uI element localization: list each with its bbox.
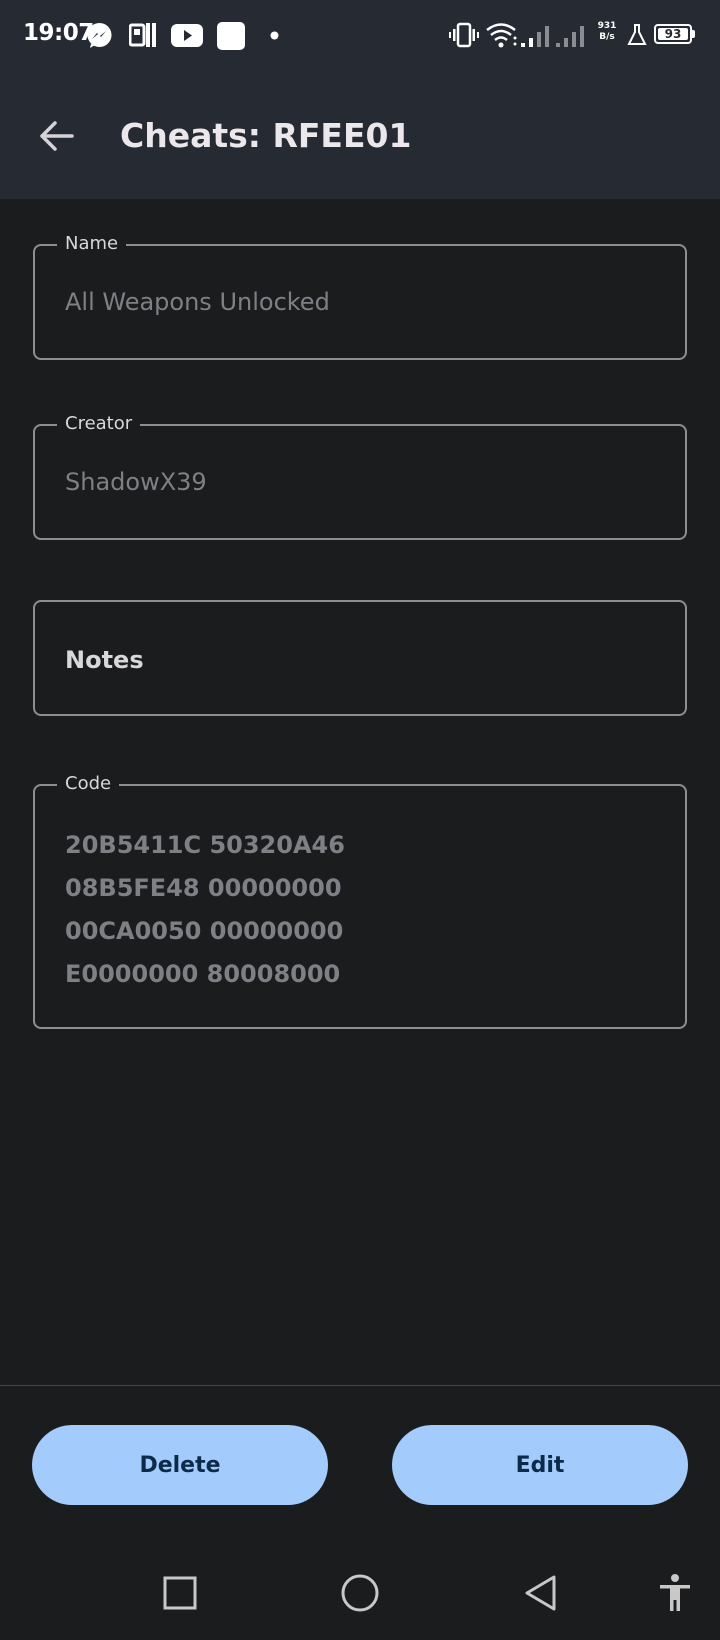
name-field-label: Name [57, 231, 127, 257]
notes-field[interactable]: Notes [33, 600, 687, 716]
home-button[interactable] [330, 1555, 390, 1631]
net-speed-unit: B/s [599, 32, 615, 42]
flask-icon [627, 24, 647, 45]
triangle-back-icon [525, 1575, 556, 1611]
code-line: 20B5411C 50320A46 [65, 831, 345, 859]
code-field[interactable]: Code 20B5411C 50320A46 08B5FE48 00000000… [33, 771, 687, 1029]
back-nav-button[interactable] [510, 1555, 570, 1631]
status-bar: 19:07 931 B/s 93 [0, 0, 720, 72]
net-speed-value: 931 [597, 21, 617, 31]
creator-field-label: Creator [57, 411, 141, 437]
recents-button[interactable] [150, 1555, 210, 1631]
name-field-value: All Weapons Unlocked [65, 288, 330, 316]
messenger-icon [87, 23, 112, 48]
status-time: 19:07 [23, 20, 94, 46]
youtube-icon [171, 24, 203, 47]
battery-level: 93 [658, 28, 688, 40]
square-icon [163, 1576, 197, 1610]
creator-field-value: ShadowX39 [65, 468, 207, 496]
code-line: E0000000 80008000 [65, 960, 341, 988]
code-line: 08B5FE48 00000000 [65, 874, 342, 902]
back-button[interactable] [32, 112, 80, 160]
code-field-label: Code [57, 771, 120, 797]
top-app-area: 19:07 931 B/s 93 Cheats: RFEE01 [0, 0, 720, 199]
dot-icon [270, 31, 279, 40]
name-field[interactable]: Name All Weapons Unlocked [33, 231, 687, 360]
net-speed: 931 B/s [596, 21, 618, 43]
creator-field[interactable]: Creator ShadowX39 [33, 411, 687, 540]
wifi-icon [486, 23, 517, 48]
circle-icon [341, 1574, 379, 1612]
signal-icon [521, 26, 549, 47]
system-nav-bar [0, 1555, 720, 1640]
app-icon [129, 23, 156, 47]
code-line: 00CA0050 00000000 [65, 917, 344, 945]
divider [0, 1385, 720, 1386]
vibrate-icon [449, 22, 479, 48]
page-title: Cheats: RFEE01 [120, 116, 412, 155]
delete-button[interactable]: Delete [32, 1425, 328, 1505]
battery-tip [692, 30, 695, 38]
code-lines: 20B5411C 50320A46 08B5FE48 00000000 00CA… [65, 824, 345, 996]
edit-button[interactable]: Edit [392, 1425, 688, 1505]
notes-field-placeholder: Notes [65, 646, 144, 674]
accessibility-button[interactable] [645, 1555, 705, 1631]
arrow-back-icon [40, 121, 74, 151]
accessibility-icon [660, 1574, 690, 1611]
signal-icon-2 [556, 26, 584, 47]
white-square-icon [217, 22, 245, 50]
battery-icon: 93 [654, 24, 692, 44]
